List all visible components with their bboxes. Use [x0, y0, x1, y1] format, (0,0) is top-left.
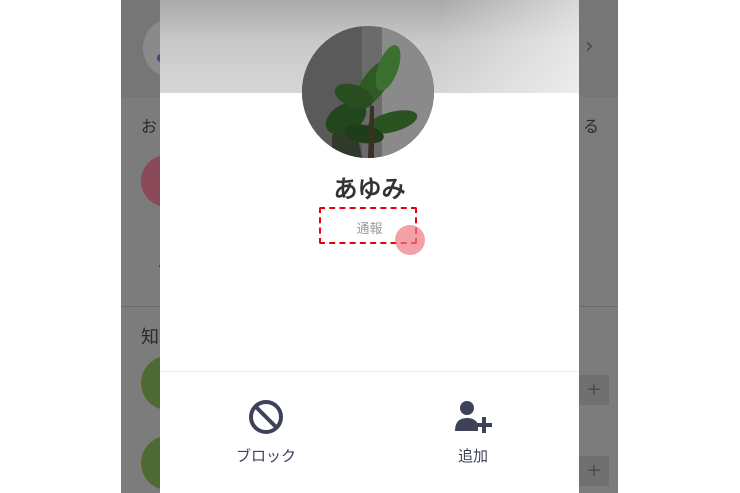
block-icon	[249, 400, 283, 434]
background-add-button: +	[579, 456, 609, 486]
profile-popup: あゆみ 通報 ブロック 追加	[160, 0, 579, 493]
plant-photo-icon	[302, 26, 434, 158]
block-button[interactable]: ブロック	[206, 397, 326, 477]
profile-avatar[interactable]	[302, 26, 434, 158]
add-friend-button[interactable]: 追加	[413, 397, 533, 477]
add-label: 追加	[457, 447, 488, 465]
profile-name: あゆみ	[333, 175, 406, 203]
background-text-fragment: お	[141, 117, 158, 136]
add-friend-icon	[455, 401, 492, 433]
tap-indicator	[395, 225, 425, 255]
block-label: ブロック	[235, 447, 296, 465]
background-section-title: 知	[141, 327, 159, 348]
background-add-button: +	[579, 375, 609, 405]
footer-divider	[160, 371, 579, 372]
background-text-fragment: る	[583, 117, 600, 136]
chevron-right-icon: ›	[585, 34, 594, 59]
